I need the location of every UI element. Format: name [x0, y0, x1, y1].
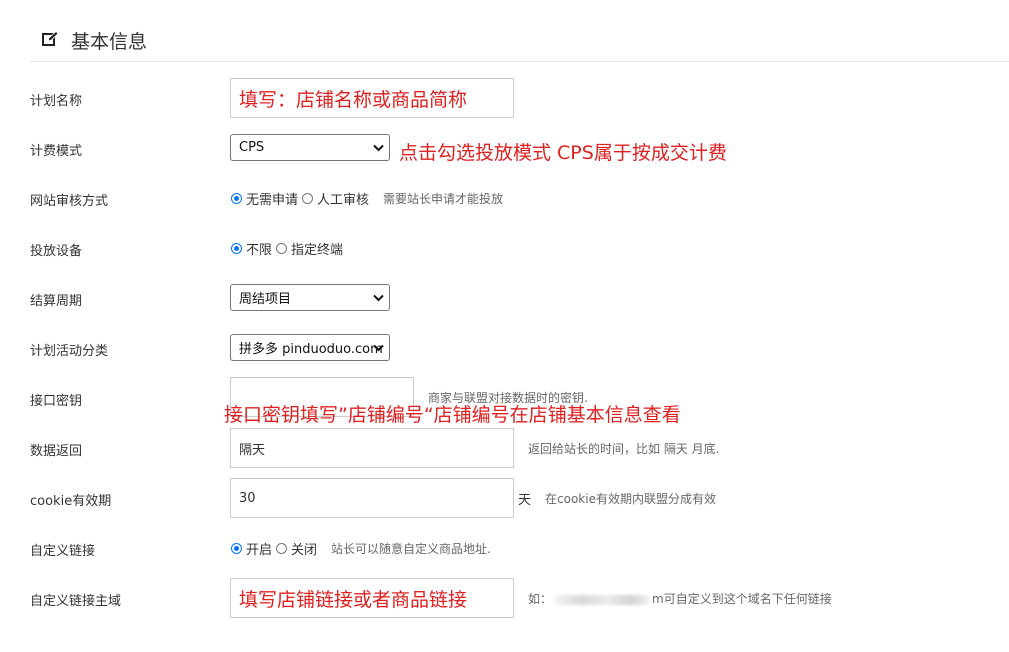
site-review-radio-none[interactable]	[231, 193, 242, 204]
custom-link-option-label: 开启	[246, 543, 273, 558]
cookie-validity-label: cookie有效期	[30, 494, 112, 509]
custom-link-domain-hint-suffix: m可自定义到这个域名下任何链接	[652, 592, 832, 606]
plan-name-input[interactable]: 填写：店铺名称或商品简称	[230, 78, 514, 118]
site-review-help: 需要站长申请才能投放	[383, 192, 504, 206]
device-options: 不限 指定终端	[231, 239, 347, 258]
api-key-annotation: 接口密钥填写”店铺编号“店铺编号在店铺基本信息查看	[224, 404, 681, 426]
billing-mode-annotation: 点击勾选投放模式 CPS属于按成交计费	[399, 142, 727, 164]
custom-link-domain-label: 自定义链接主域	[30, 594, 122, 609]
site-review-label: 网站审核方式	[30, 194, 109, 209]
activity-category-select[interactable]: 拼多多 pinduoduo.com	[230, 334, 390, 361]
chevron-down-icon	[373, 144, 384, 151]
activity-category-selected: 拼多多 pinduoduo.com	[239, 342, 383, 357]
custom-link-domain-value: 填写店铺链接或者商品链接	[239, 588, 468, 611]
custom-link-option-label: 关闭	[291, 543, 318, 558]
custom-link-domain-input[interactable]: 填写店铺链接或者商品链接	[230, 578, 514, 618]
cookie-validity-unit: 天	[518, 493, 532, 508]
custom-link-label: 自定义链接	[30, 544, 96, 559]
data-return-value: 隔天	[239, 442, 266, 458]
billing-mode-label: 计费模式	[30, 144, 83, 159]
plan-name-label: 计划名称	[30, 94, 83, 109]
edit-icon	[42, 31, 58, 46]
cookie-validity-input[interactable]: 30	[230, 478, 514, 518]
custom-link-options: 开启 关闭 站长可以随意自定义商品地址.	[231, 539, 491, 558]
section-header: 基本信息	[30, 20, 1009, 62]
cookie-validity-hint: 在cookie有效期内联盟分成有效	[545, 492, 716, 506]
device-radio-any[interactable]	[231, 243, 242, 254]
settlement-label: 结算周期	[30, 294, 83, 309]
device-option-label: 指定终端	[291, 243, 344, 258]
section-title: 基本信息	[71, 31, 148, 53]
billing-mode-select[interactable]: CPS	[230, 134, 390, 161]
site-review-option-label: 人工审核	[317, 193, 370, 208]
data-return-hint: 返回给站长的时间，比如 隔天 月底.	[528, 442, 720, 456]
device-label: 投放设备	[30, 244, 83, 259]
chevron-down-icon	[373, 294, 384, 301]
data-return-label: 数据返回	[30, 444, 83, 459]
api-key-label: 接口密钥	[30, 394, 83, 409]
site-review-options: 无需申请 人工审核 需要站长申请才能投放	[231, 189, 503, 208]
site-review-option-label: 无需申请	[246, 193, 299, 208]
custom-link-help: 站长可以随意自定义商品地址.	[331, 542, 491, 556]
activity-category-label: 计划活动分类	[30, 344, 109, 359]
chevron-down-icon	[373, 344, 384, 351]
device-radio-specific[interactable]	[276, 243, 288, 254]
custom-link-radio-off[interactable]	[276, 543, 288, 554]
redacted-domain	[554, 594, 651, 605]
site-review-radio-manual[interactable]	[302, 193, 314, 204]
custom-link-radio-on[interactable]	[231, 543, 242, 554]
billing-mode-selected: CPS	[239, 140, 265, 155]
device-option-label: 不限	[246, 243, 273, 258]
cookie-validity-value: 30	[239, 490, 256, 506]
settlement-selected: 周结项目	[239, 292, 292, 307]
settlement-select[interactable]: 周结项目	[230, 284, 390, 311]
custom-link-domain-hint-prefix: 如：	[528, 592, 553, 606]
data-return-input[interactable]: 隔天	[230, 428, 514, 468]
plan-name-value: 填写：店铺名称或商品简称	[239, 88, 468, 111]
custom-link-domain-hint: 如： m可自定义到这个域名下任何链接	[528, 590, 832, 607]
